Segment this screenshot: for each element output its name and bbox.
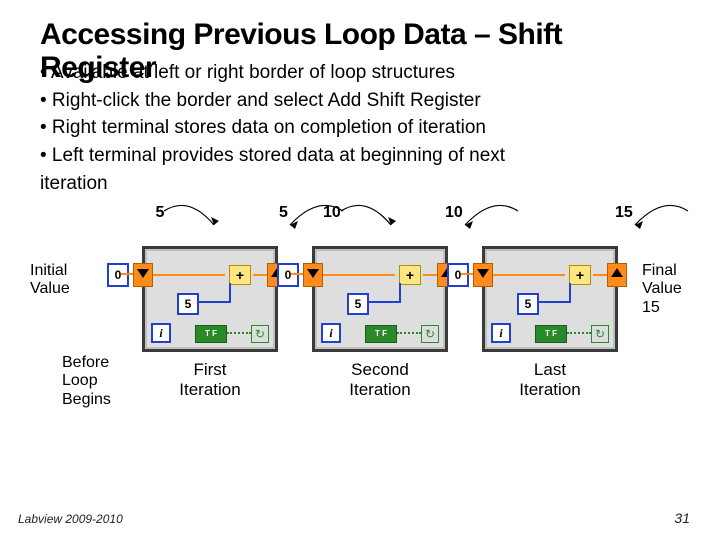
bullet-1: • Available at left or right border of l… bbox=[40, 60, 505, 86]
col-first: 5 5 0 + 5 i T F ↻ bbox=[135, 232, 285, 399]
loop-last: 0 + 5 i T F ↻ bbox=[482, 246, 618, 352]
init-value: 0 bbox=[277, 263, 299, 287]
wire-icon bbox=[153, 274, 225, 276]
wire-icon bbox=[367, 301, 401, 303]
bool-term-icon: T F bbox=[195, 325, 227, 343]
bullet-3: • Right terminal stores data on completi… bbox=[40, 115, 505, 141]
add-node-icon: + bbox=[229, 265, 251, 285]
loop-second: 0 + 5 i T F ↻ bbox=[312, 246, 448, 352]
flow-out-last: 15 bbox=[585, 204, 633, 222]
wire-icon bbox=[397, 332, 421, 335]
wire-icon bbox=[253, 274, 267, 276]
bullet-4: • Left terminal provides stored data at … bbox=[40, 143, 505, 169]
loop-first: 0 + 5 i T F ↻ bbox=[142, 246, 278, 352]
caption-last: Last Iteration bbox=[475, 360, 625, 399]
wire-icon bbox=[229, 283, 231, 303]
title-line-1: Accessing Previous Loop Data – Shift bbox=[40, 18, 562, 51]
loop-cond-icon: ↻ bbox=[421, 325, 439, 343]
before-label: Before Loop Begins bbox=[62, 354, 111, 409]
iteration-term-icon: i bbox=[491, 323, 511, 343]
const-5: 5 bbox=[517, 293, 539, 315]
shift-reg-right-icon bbox=[607, 263, 627, 287]
final-value-label: Final Value 15 bbox=[642, 262, 682, 317]
col-second: 10 10 0 + 5 i T F ↻ bbox=[305, 232, 455, 399]
bullet-list: • Available at left or right border of l… bbox=[40, 60, 505, 198]
wire-icon bbox=[567, 332, 591, 335]
flow-in-second: 10 bbox=[335, 204, 341, 222]
col-last: 15 0 + 5 i T F ↻ Last Iteration bbox=[475, 232, 625, 399]
figure-row: Initial Value 5 5 0 + 5 i bbox=[40, 232, 680, 432]
shift-reg-left-icon bbox=[303, 263, 323, 287]
bullet-4-cont: iteration bbox=[40, 171, 505, 197]
iteration-term-icon: i bbox=[321, 323, 341, 343]
wire-icon bbox=[569, 283, 571, 303]
const-5: 5 bbox=[177, 293, 199, 315]
add-node-icon: + bbox=[399, 265, 421, 285]
bool-term-icon: T F bbox=[365, 325, 397, 343]
wire-icon bbox=[399, 283, 401, 303]
wire-icon bbox=[537, 301, 571, 303]
init-value: 0 bbox=[107, 263, 129, 287]
loop-cond-icon: ↻ bbox=[591, 325, 609, 343]
wire-icon bbox=[423, 274, 437, 276]
footer-right: 31 bbox=[674, 510, 690, 526]
wire-icon bbox=[227, 332, 251, 335]
wire-icon bbox=[493, 274, 565, 276]
bullet-2: • Right-click the border and select Add … bbox=[40, 88, 505, 114]
slide: Accessing Previous Loop Data – Shift Reg… bbox=[0, 0, 720, 540]
caption-first: First Iteration bbox=[135, 360, 285, 399]
flow-out-second: 10 bbox=[415, 204, 463, 222]
wire-icon bbox=[197, 301, 231, 303]
caption-second: Second Iteration bbox=[305, 360, 455, 399]
initial-value-label: Initial Value bbox=[30, 262, 70, 299]
wire-icon bbox=[593, 274, 607, 276]
wire-icon bbox=[323, 274, 395, 276]
loop-cond-icon: ↻ bbox=[251, 325, 269, 343]
footer-left: Labview 2009-2010 bbox=[18, 512, 123, 526]
const-5: 5 bbox=[347, 293, 369, 315]
init-value: 0 bbox=[447, 263, 469, 287]
shift-reg-left-icon bbox=[473, 263, 493, 287]
bool-term-icon: T F bbox=[535, 325, 567, 343]
add-node-icon: + bbox=[569, 265, 591, 285]
shift-reg-left-icon bbox=[133, 263, 153, 287]
iteration-term-icon: i bbox=[151, 323, 171, 343]
flow-out-first: 5 bbox=[245, 204, 288, 222]
